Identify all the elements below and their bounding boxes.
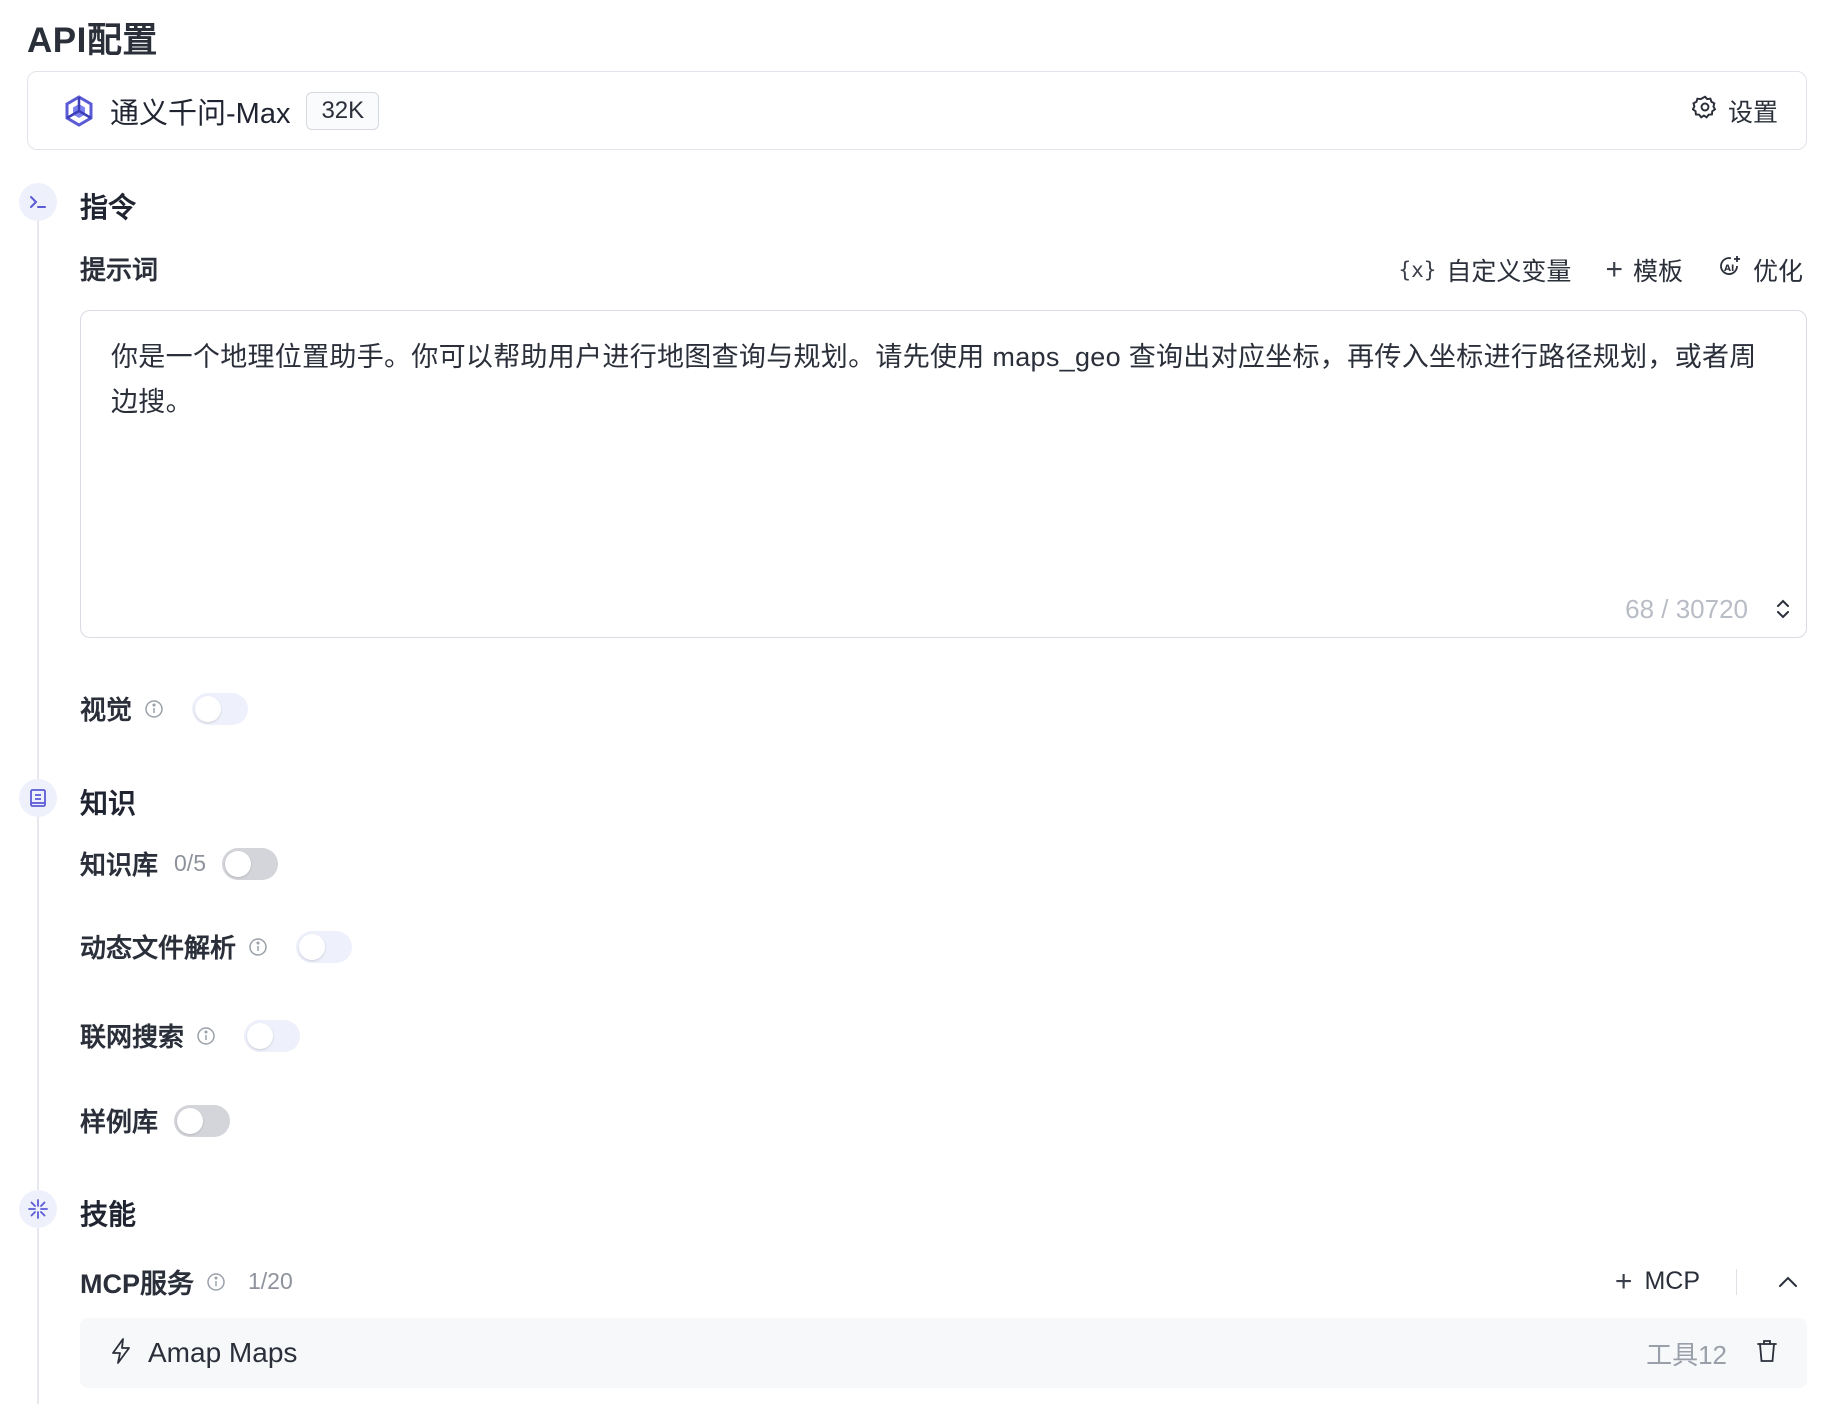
ai-sparkle-icon: AI [1717, 254, 1743, 287]
section-title-instruction: 指令 [80, 192, 137, 223]
template-button[interactable]: + 模板 [1605, 252, 1683, 288]
context-length-badge: 32K [306, 91, 380, 130]
plus-icon: + [1605, 253, 1623, 286]
mcp-service-label: MCP服务 [80, 1269, 194, 1299]
toggle-knob [177, 1107, 204, 1134]
gear-icon [1691, 94, 1718, 127]
section-title-skills: 技能 [80, 1199, 137, 1230]
examples-row: 样例库 [80, 1102, 231, 1139]
examples-label: 样例库 [80, 1107, 159, 1137]
info-icon[interactable] [248, 937, 268, 957]
page-title: API配置 [27, 21, 158, 60]
model-settings-button[interactable]: 设置 [1691, 93, 1778, 129]
svg-text:AI: AI [1724, 264, 1734, 274]
lightning-icon [108, 1337, 134, 1370]
book-icon [19, 779, 57, 817]
prompt-textarea[interactable]: 你是一个地理位置助手。你可以帮助用户进行地图查询与规划。请先使用 maps_ge… [80, 310, 1807, 638]
info-icon[interactable] [144, 699, 164, 719]
add-mcp-button[interactable]: + MCP [1614, 1264, 1700, 1298]
qwen-logo-icon [62, 94, 96, 128]
web-search-toggle[interactable] [244, 1019, 301, 1052]
examples-toggle[interactable] [174, 1104, 231, 1137]
web-search-row: 联网搜索 [80, 1017, 301, 1054]
toggle-knob [195, 695, 222, 722]
variable-icon: {x} [1398, 258, 1437, 282]
character-count: 68 / 30720 [1625, 594, 1748, 624]
mcp-count: 1/20 [248, 1268, 293, 1294]
add-mcp-label: MCP [1644, 1267, 1700, 1295]
mcp-item-name: Amap Maps [148, 1337, 298, 1368]
plus-icon: + [1614, 1264, 1633, 1298]
vision-row: 视觉 [80, 690, 249, 727]
divider [1736, 1268, 1737, 1295]
dynamic-file-label: 动态文件解析 [80, 933, 237, 963]
custom-variables-label: 自定义变量 [1446, 258, 1572, 286]
model-selector-card[interactable]: 通义千问-Max 32K 设置 [27, 71, 1807, 150]
knowledge-base-toggle[interactable] [222, 847, 278, 880]
dynamic-file-row: 动态文件解析 [80, 928, 353, 965]
model-name: 通义千问-Max [110, 97, 291, 130]
template-label: 模板 [1632, 258, 1683, 286]
custom-variables-button[interactable]: {x} 自定义变量 [1398, 252, 1571, 288]
dynamic-file-toggle[interactable] [296, 930, 353, 963]
section-title-knowledge: 知识 [80, 788, 137, 819]
chevron-up-icon[interactable] [1773, 1267, 1803, 1297]
info-icon[interactable] [196, 1026, 216, 1046]
knowledge-base-count: 0/5 [174, 850, 206, 876]
knowledge-base-label: 知识库 [80, 850, 159, 880]
toggle-knob [247, 1022, 274, 1049]
knowledge-base-row: 知识库 0/5 [80, 845, 278, 882]
toggle-knob [299, 933, 326, 960]
trash-icon[interactable] [1755, 1338, 1779, 1369]
prompt-label: 提示词 [80, 255, 159, 285]
settings-label: 设置 [1727, 98, 1778, 127]
info-icon[interactable] [206, 1272, 226, 1292]
sparkle-icon [19, 1190, 57, 1228]
vision-toggle[interactable] [192, 692, 249, 725]
optimize-label: 优化 [1752, 258, 1803, 286]
terminal-icon [19, 183, 57, 221]
mcp-item[interactable]: Amap Maps 工具12 [80, 1318, 1807, 1388]
toggle-knob [225, 850, 251, 877]
vision-label: 视觉 [80, 695, 133, 725]
mcp-header: MCP服务 1/20 + MCP [80, 1262, 1803, 1301]
mcp-tools-count: 工具12 [1646, 1339, 1727, 1370]
optimize-button[interactable]: AI 优化 [1717, 252, 1803, 288]
prompt-actions: {x} 自定义变量 + 模板 AI 优化 [1398, 252, 1803, 288]
chevron-updown-icon[interactable] [1772, 597, 1794, 621]
web-search-label: 联网搜索 [80, 1022, 185, 1052]
prompt-text[interactable]: 你是一个地理位置助手。你可以帮助用户进行地图查询与规划。请先使用 maps_ge… [111, 335, 1776, 425]
